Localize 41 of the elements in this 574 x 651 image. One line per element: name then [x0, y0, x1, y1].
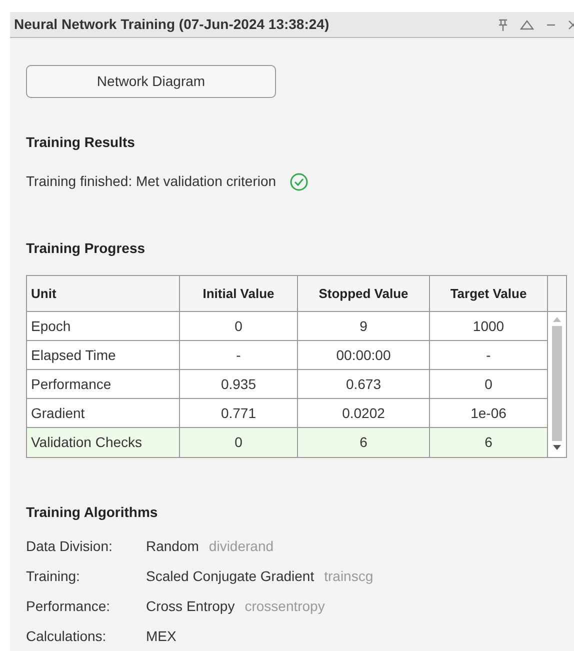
algorithm-value: Scaled Conjugate Gradient — [146, 566, 314, 586]
table-cell: 0.0202 — [298, 399, 430, 427]
table-cell: 0.935 — [180, 370, 298, 398]
algorithm-value: MEX — [146, 626, 176, 646]
scrollbar-thumb[interactable] — [552, 326, 562, 441]
column-header: Initial Value — [180, 276, 298, 311]
pin-icon[interactable] — [498, 18, 508, 30]
collapse-icon[interactable] — [520, 20, 534, 30]
section-heading: Training Progress — [26, 239, 146, 258]
table-cell: Performance — [27, 370, 180, 398]
table-cell: Validation Checks — [27, 428, 180, 457]
scroll-up-icon[interactable] — [553, 316, 561, 322]
status-message: Training finished: Met validation criterion — [26, 172, 276, 191]
algorithm-value: Random — [146, 536, 199, 556]
function-name: dividerand — [208, 536, 274, 556]
table-cell: 9 — [298, 312, 430, 340]
algorithm-label: Data Division: — [26, 536, 114, 556]
table-cell: 6 — [298, 428, 430, 457]
algorithm-value: Cross Entropy — [146, 596, 235, 616]
close-icon[interactable] — [568, 20, 574, 30]
column-header: Unit — [27, 276, 180, 311]
function-name: trainscg — [324, 566, 374, 586]
algorithm-label: Training: — [26, 566, 81, 586]
table-cell: Elapsed Time — [27, 341, 180, 369]
section-heading: Training Algorithms — [26, 503, 159, 522]
network-diagram-button[interactable]: Network Diagram — [26, 65, 276, 98]
column-header: Stopped Value — [298, 276, 430, 311]
table-cell: 0 — [180, 312, 298, 340]
table-cell: 0.673 — [298, 370, 430, 398]
table-cell: 00:00:00 — [298, 341, 430, 369]
table-cell: Epoch — [27, 312, 180, 340]
table-cell: 0 — [180, 428, 298, 457]
function-name: crossentropy — [244, 596, 325, 616]
window-title: Neural Network Training (07-Jun-2024 13:38:24) — [14, 15, 330, 34]
table-cell: Gradient — [27, 399, 180, 427]
algorithm-label: Calculations: — [26, 626, 108, 646]
scroll-down-icon[interactable] — [553, 445, 561, 451]
algorithm-label: Performance: — [26, 596, 112, 616]
section-heading: Training Results — [26, 133, 136, 152]
table-cell: - — [180, 341, 298, 369]
table-cell: 0.771 — [180, 399, 298, 427]
